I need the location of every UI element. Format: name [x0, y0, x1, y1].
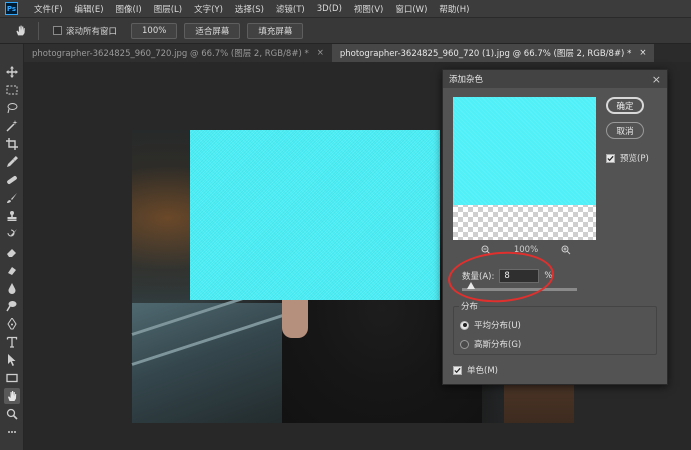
menu-view[interactable]: 视图(V) — [348, 3, 389, 15]
options-separator — [38, 21, 39, 40]
add-noise-dialog: 添加杂色 × 100% 确定 取消 预览(P) 数量(A): 8 % 分布 平均… — [442, 69, 668, 385]
options-bar: 滚动所有窗口 100% 适合屏幕 填充屏幕 — [0, 17, 691, 44]
preview-checkbox[interactable] — [606, 153, 615, 163]
amount-slider[interactable] — [462, 282, 577, 291]
tab-document-2-close-icon[interactable]: × — [639, 48, 646, 58]
menu-layer[interactable]: 图层(L) — [148, 3, 188, 15]
distribution-label: 分布 — [459, 300, 481, 312]
menu-3d[interactable]: 3D(D) — [311, 4, 348, 14]
menu-image[interactable]: 图像(I) — [110, 3, 148, 15]
blur-tool-icon[interactable] — [4, 280, 20, 296]
monochromatic-checkbox-row[interactable]: 单色(M) — [453, 364, 498, 376]
preview-zoom-value: 100% — [513, 245, 539, 255]
menu-file[interactable]: 文件(F) — [28, 3, 69, 15]
monochromatic-checkbox[interactable] — [453, 365, 462, 375]
tab-document-1-close-icon[interactable]: × — [317, 48, 324, 58]
scroll-all-windows-label: 滚动所有窗口 — [66, 26, 118, 37]
amount-unit: % — [544, 271, 553, 281]
gradient-tool-icon[interactable] — [4, 262, 20, 278]
eyedropper-icon[interactable] — [4, 154, 20, 170]
amount-input[interactable]: 8 — [499, 269, 540, 283]
preview-zoom-controls: 100% — [481, 245, 571, 255]
dialog-close-icon[interactable]: × — [652, 73, 661, 86]
path-select-icon[interactable] — [4, 352, 20, 368]
pen-tool-icon[interactable] — [4, 316, 20, 332]
zoom-tool-icon[interactable] — [4, 406, 20, 422]
dodge-tool-icon[interactable] — [4, 298, 20, 314]
ok-button[interactable]: 确定 — [606, 97, 644, 114]
dialog-title: 添加杂色 — [449, 75, 484, 85]
document-tab-bar: photographer-3624825_960_720.jpg @ 66.7%… — [24, 44, 691, 62]
gaussian-radio-row[interactable]: 高斯分布(G) — [460, 338, 521, 350]
menu-type[interactable]: 文字(Y) — [188, 3, 229, 15]
fill-screen-button[interactable]: 填充屏幕 — [247, 22, 304, 39]
preview-label: 预览(P) — [620, 154, 649, 164]
preview-checkbox-row[interactable]: 预览(P) — [606, 152, 649, 164]
marquee-tool-icon[interactable] — [4, 82, 20, 98]
photoshop-window: Ps 文件(F) 编辑(E) 图像(I) 图层(L) 文字(Y) 选择(S) 滤… — [0, 0, 691, 450]
tools-panel — [0, 44, 24, 450]
amount-slider-thumb[interactable] — [467, 282, 476, 289]
noise-layer-fill — [190, 130, 440, 300]
uniform-radio[interactable] — [460, 320, 469, 330]
lasso-tool-icon[interactable] — [4, 100, 20, 116]
preview-noise-fill — [453, 97, 596, 205]
menu-bar: Ps 文件(F) 编辑(E) 图像(I) 图层(L) 文字(Y) 选择(S) 滤… — [0, 0, 691, 17]
menu-select[interactable]: 选择(S) — [229, 3, 270, 15]
rectangle-tool-icon[interactable] — [4, 370, 20, 386]
crop-tool-icon[interactable] — [4, 136, 20, 152]
zoom-in-icon[interactable] — [561, 245, 571, 255]
more-tools-icon[interactable] — [4, 424, 20, 440]
zoom-100-button[interactable]: 100% — [131, 22, 178, 39]
zoom-out-icon[interactable] — [481, 245, 491, 255]
menu-window[interactable]: 窗口(W) — [389, 3, 433, 15]
uniform-radio-row[interactable]: 平均分布(U) — [460, 319, 521, 331]
gaussian-radio[interactable] — [460, 339, 469, 349]
eraser-tool-icon[interactable] — [4, 244, 20, 260]
uniform-label: 平均分布(U) — [474, 321, 521, 331]
move-tool-icon[interactable] — [4, 64, 20, 80]
type-tool-icon[interactable] — [4, 334, 20, 350]
hand-tool-preset-icon[interactable] — [10, 21, 30, 41]
amount-row: 数量(A): 8 % — [462, 269, 552, 283]
tab-document-2-label: photographer-3624825_960_720 (1).jpg @ 6… — [339, 49, 632, 59]
history-brush-icon[interactable] — [4, 226, 20, 242]
cancel-button[interactable]: 取消 — [606, 122, 644, 139]
scroll-all-windows-checkbox[interactable] — [53, 26, 62, 35]
menu-help[interactable]: 帮助(H) — [433, 3, 475, 15]
tab-document-1-label: photographer-3624825_960_720.jpg @ 66.7%… — [32, 49, 309, 59]
photoshop-logo: Ps — [5, 2, 18, 15]
monochromatic-label: 单色(M) — [467, 366, 498, 376]
dialog-title-bar[interactable]: 添加杂色 × — [443, 70, 667, 88]
scroll-all-windows-option[interactable]: 滚动所有窗口 — [53, 25, 117, 37]
filter-preview[interactable] — [453, 97, 596, 240]
tab-document-1[interactable]: photographer-3624825_960_720.jpg @ 66.7%… — [24, 44, 332, 62]
gaussian-label: 高斯分布(G) — [474, 340, 522, 350]
menu-edit[interactable]: 编辑(E) — [69, 3, 110, 15]
clone-stamp-icon[interactable] — [4, 208, 20, 224]
menu-filter[interactable]: 滤镜(T) — [270, 3, 311, 15]
amount-label: 数量(A): — [462, 272, 495, 282]
healing-brush-icon[interactable] — [4, 172, 20, 188]
rail-line — [131, 313, 285, 366]
tab-document-2[interactable]: photographer-3624825_960_720 (1).jpg @ 6… — [331, 44, 655, 62]
bridge-railing-image-region — [131, 283, 292, 423]
fit-screen-button[interactable]: 适合屏幕 — [184, 22, 241, 39]
brush-tool-icon[interactable] — [4, 190, 20, 206]
hand-tool-icon[interactable] — [4, 388, 20, 404]
magic-wand-icon[interactable] — [4, 118, 20, 134]
